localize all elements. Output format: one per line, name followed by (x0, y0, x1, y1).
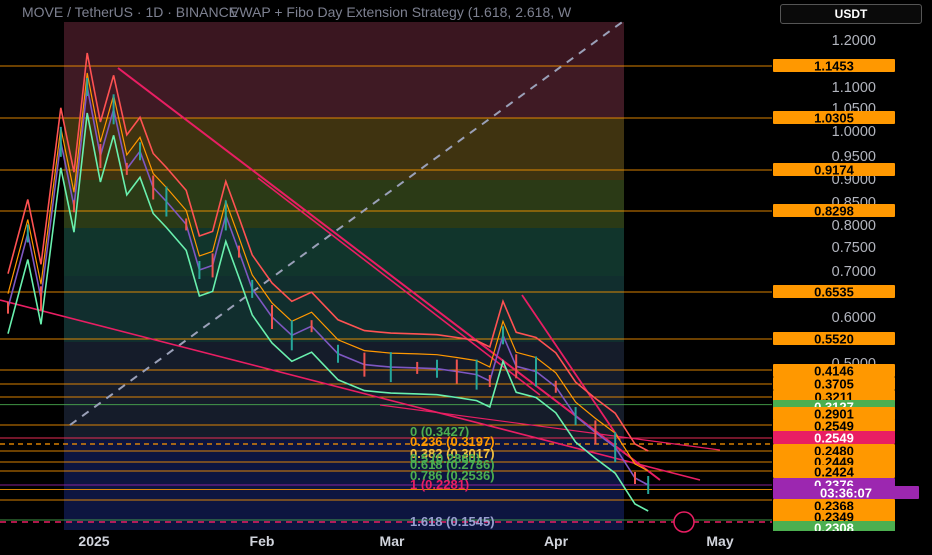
price-axis-label: 0.7500 (832, 240, 876, 256)
price-axis-label: 1.2000 (832, 33, 876, 49)
price-chart[interactable]: 0 (0.3427)0.236 (0.3197)0.382 (0.3017)0.… (0, 0, 932, 550)
price-axis: 1.20001.10001.05001.00000.95000.90000.85… (832, 33, 876, 372)
indicator-title: VWAP + Fibo Day Extension Strategy (1.61… (230, 4, 572, 20)
time-axis-label: May (706, 533, 733, 549)
time-axis-label: Feb (250, 533, 275, 549)
price-tag-label: 0.8298 (814, 204, 854, 219)
fib-zones (64, 22, 624, 530)
time-axis-label: 2025 (78, 533, 109, 549)
chart-title: MOVE / TetherUS · 1D · BINANCE (22, 4, 238, 20)
price-tag-label: 0.6535 (814, 285, 854, 300)
price-axis-label: 1.0000 (832, 124, 876, 140)
lightning-icon (673, 511, 695, 533)
fib-zone-4 (64, 228, 624, 276)
price-axis-label: 1.1000 (832, 80, 876, 96)
fib-zone-2 (64, 118, 624, 180)
fib-zone-5 (64, 276, 624, 342)
currency-button[interactable]: USDT (780, 4, 922, 24)
fib-level-label: 1 (0.2281) (410, 477, 469, 492)
price-axis-label: 0.6000 (832, 310, 876, 326)
price-tag-label: 1.1453 (814, 59, 854, 74)
time-axis-bg (0, 531, 932, 550)
time-axis-label: Apr (544, 533, 569, 549)
fib-level-label: 1.618 (0.1545) (410, 514, 495, 529)
fib-zone-0 (64, 22, 624, 66)
fib-zone-3 (64, 180, 624, 228)
price-tag-label: 0.9174 (814, 163, 855, 178)
time-axis-label: Mar (380, 533, 405, 549)
price-tag-label: 1.0305 (814, 111, 854, 126)
fib-labels: 0 (0.3427)0.236 (0.3197)0.382 (0.3017)0.… (410, 424, 495, 529)
price-axis-label: 0.8000 (832, 218, 876, 234)
price-tag-label: 0.5520 (814, 332, 854, 347)
price-axis-label: 0.7000 (832, 264, 876, 280)
chart-area[interactable]: 0 (0.3427) 0.236 (0.3197) 0.382 (0.3017) 0.… (0, 0, 932, 550)
